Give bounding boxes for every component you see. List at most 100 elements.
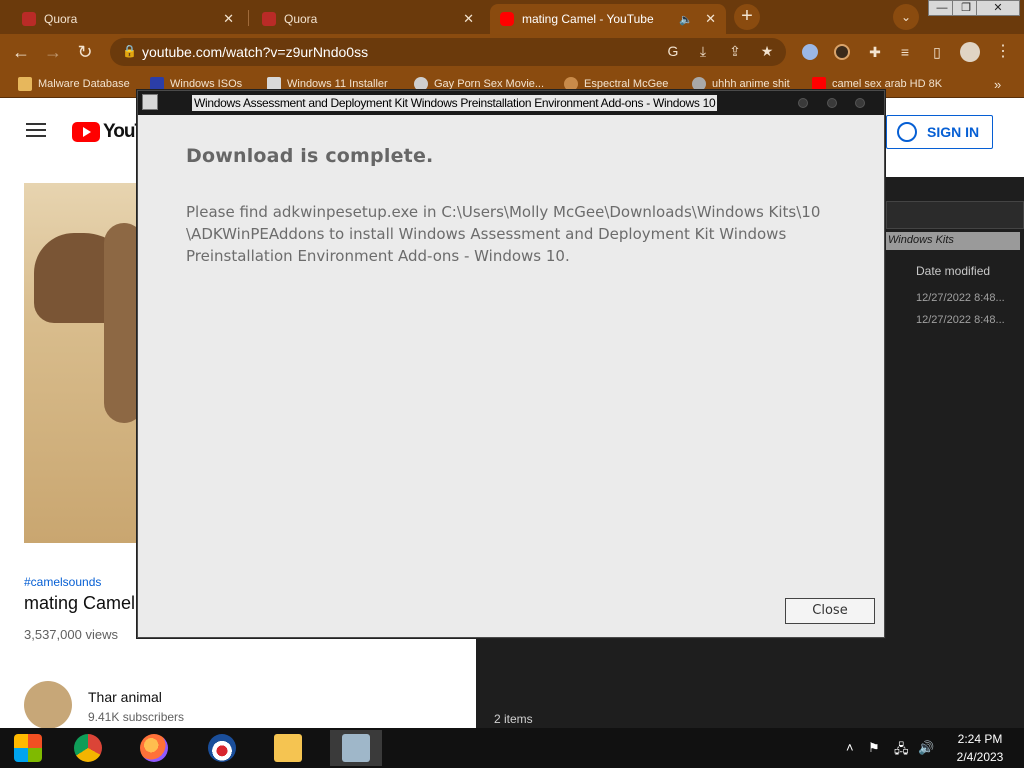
close-tab-icon[interactable]: ✕ xyxy=(223,11,234,27)
start-button[interactable] xyxy=(2,730,54,766)
arrow-left-icon: ← xyxy=(12,42,30,62)
bookmark-label: Gay Porn Sex Movie... xyxy=(434,78,545,90)
speaker-icon[interactable]: 🔈 xyxy=(679,13,693,26)
close-button[interactable]: Close xyxy=(785,598,875,624)
new-tab-button[interactable]: + xyxy=(734,4,760,30)
x-icon xyxy=(150,77,164,91)
channel-avatar[interactable] xyxy=(24,681,72,729)
bookmark-label: Malware Database xyxy=(38,78,130,90)
dialog-title: Windows Assessment and Deployment Kit Wi… xyxy=(192,95,718,111)
tab-search-button[interactable]: ⌄ xyxy=(893,4,919,30)
tab-title: Quora xyxy=(44,12,78,26)
date-modified-column-header[interactable]: Date modified xyxy=(916,264,990,278)
tab-quora-1[interactable]: Quora ✕ xyxy=(12,4,244,34)
show-hidden-icons-icon[interactable]: ˄ xyxy=(846,740,854,755)
clock-time[interactable]: 2:24 PM xyxy=(940,732,1020,746)
taskbar-chrome[interactable] xyxy=(62,730,114,766)
quora-icon xyxy=(22,12,36,26)
explorer-status-bar: 2 items xyxy=(494,712,533,726)
browser-tab-strip: Quora ✕ Quora ✕ mating Camel - YouTube 🔈… xyxy=(0,0,1024,34)
view-count: 3,537,000 views xyxy=(24,627,118,642)
bookmark-label: camel sex arab HD 8K xyxy=(832,78,943,90)
bookmark-label: Windows 11 Installer xyxy=(287,78,388,90)
profile-avatar-icon[interactable] xyxy=(960,42,980,62)
share-icon[interactable]: ⇪ xyxy=(726,43,744,60)
avatar-icon xyxy=(692,77,706,91)
tab-divider xyxy=(248,10,249,26)
star-icon[interactable]: ★ xyxy=(758,43,776,60)
windows-taskbar: ˄ ⚑ 🖧 🔊 2:24 PM 2/4/2023 xyxy=(0,728,1024,768)
maximize-dot-icon[interactable] xyxy=(827,98,837,108)
dialog-message: Please find adkwinpesetup.exe in C:\User… xyxy=(186,203,821,265)
dialog-title-bar[interactable]: Windows Assessment and Deployment Kit Wi… xyxy=(138,91,884,115)
close-dot-icon[interactable] xyxy=(855,98,865,108)
browser-toolbar: ← → ↻ 🔒 youtube.com/watch?v=z9urNndo0ss … xyxy=(0,34,1024,70)
chevron-down-icon: ⌄ xyxy=(900,10,912,24)
installer-icon xyxy=(142,94,158,110)
google-lens-icon[interactable]: G xyxy=(664,43,682,59)
close-tab-icon[interactable]: ✕ xyxy=(463,11,474,27)
tab-title: mating Camel - YouTube xyxy=(522,12,654,26)
taskbar-obama[interactable] xyxy=(196,730,248,766)
network-icon[interactable]: 🖧 xyxy=(894,740,909,762)
video-title: mating Camel xyxy=(24,593,136,613)
page-icon xyxy=(267,77,281,91)
arrow-right-icon: → xyxy=(44,42,62,62)
file-date: 12/27/2022 8:48... xyxy=(916,292,1005,304)
download-complete-dialog: Windows Assessment and Deployment Kit Wi… xyxy=(137,90,885,638)
folder-icon xyxy=(18,77,32,91)
tab-quora-2[interactable]: Quora ✕ xyxy=(252,4,484,34)
extension-flag-icon[interactable] xyxy=(802,44,818,60)
side-panel-icon[interactable]: ▯ xyxy=(926,41,948,63)
bookmarks-overflow-button[interactable]: » xyxy=(994,76,1001,92)
bookmark-malware-database[interactable]: Malware Database xyxy=(18,76,130,92)
close-window-button[interactable]: ✕ xyxy=(976,0,1020,16)
explorer-toolbar xyxy=(886,201,1024,229)
dialog-heading: Download is complete. xyxy=(186,145,434,167)
installer-icon xyxy=(342,734,370,762)
account-icon xyxy=(897,122,917,142)
firefox-icon xyxy=(140,734,168,762)
reload-button[interactable]: ↻ xyxy=(74,41,96,63)
channel-name[interactable]: Thar animal xyxy=(88,689,162,705)
kebab-menu-icon[interactable]: ⋮ xyxy=(992,41,1014,63)
volume-icon[interactable]: 🔊 xyxy=(918,740,934,756)
lock-icon[interactable]: 🔒 xyxy=(122,44,137,58)
video-hashtag[interactable]: #camelsounds xyxy=(24,575,101,589)
action-center-flag-icon[interactable]: ⚑ xyxy=(868,740,880,756)
taskbar-file-explorer[interactable] xyxy=(262,730,314,766)
bookmark-label: Windows ISOs xyxy=(170,78,243,90)
tab-title: Quora xyxy=(284,12,318,26)
explorer-path[interactable]: Windows Kits xyxy=(886,232,1020,250)
obama-logo-icon xyxy=(208,734,236,762)
youtube-icon xyxy=(500,12,514,26)
reading-list-icon[interactable]: ≡ xyxy=(894,41,916,63)
sign-in-button[interactable]: SIGN IN xyxy=(886,115,993,149)
extensions-puzzle-icon[interactable]: ✚ xyxy=(864,41,886,63)
forward-button[interactable]: → xyxy=(42,41,64,63)
install-app-icon[interactable]: ⤓ xyxy=(694,43,712,60)
folder-icon xyxy=(274,734,302,762)
bookmark-label: uhhh anime shit xyxy=(712,78,790,90)
extension-avatar-icon[interactable] xyxy=(834,44,850,60)
back-button[interactable]: ← xyxy=(10,41,32,63)
globe-icon xyxy=(414,77,428,91)
address-bar[interactable]: 🔒 youtube.com/watch?v=z9urNndo0ss G ⤓ ⇪ … xyxy=(110,38,786,66)
file-date: 12/27/2022 8:48... xyxy=(916,314,1005,326)
clock-date[interactable]: 2/4/2023 xyxy=(940,750,1020,764)
youtube-icon xyxy=(812,77,826,91)
menu-icon[interactable] xyxy=(26,123,46,137)
minimize-dot-icon[interactable] xyxy=(798,98,808,108)
bookmark-label: Espectral McGee xyxy=(584,78,669,90)
close-tab-icon[interactable]: ✕ xyxy=(705,11,716,27)
tab-youtube[interactable]: mating Camel - YouTube 🔈 ✕ xyxy=(490,4,726,34)
taskbar-firefox[interactable] xyxy=(128,730,180,766)
windows-logo-icon xyxy=(14,734,42,762)
chrome-icon xyxy=(74,734,102,762)
url-text[interactable]: youtube.com/watch?v=z9urNndo0ss xyxy=(142,44,368,60)
taskbar-installer[interactable] xyxy=(330,730,382,766)
youtube-play-icon xyxy=(72,122,100,142)
quora-icon xyxy=(262,12,276,26)
subscriber-count: 9.41K subscribers xyxy=(88,710,185,724)
avatar-icon xyxy=(564,77,578,91)
